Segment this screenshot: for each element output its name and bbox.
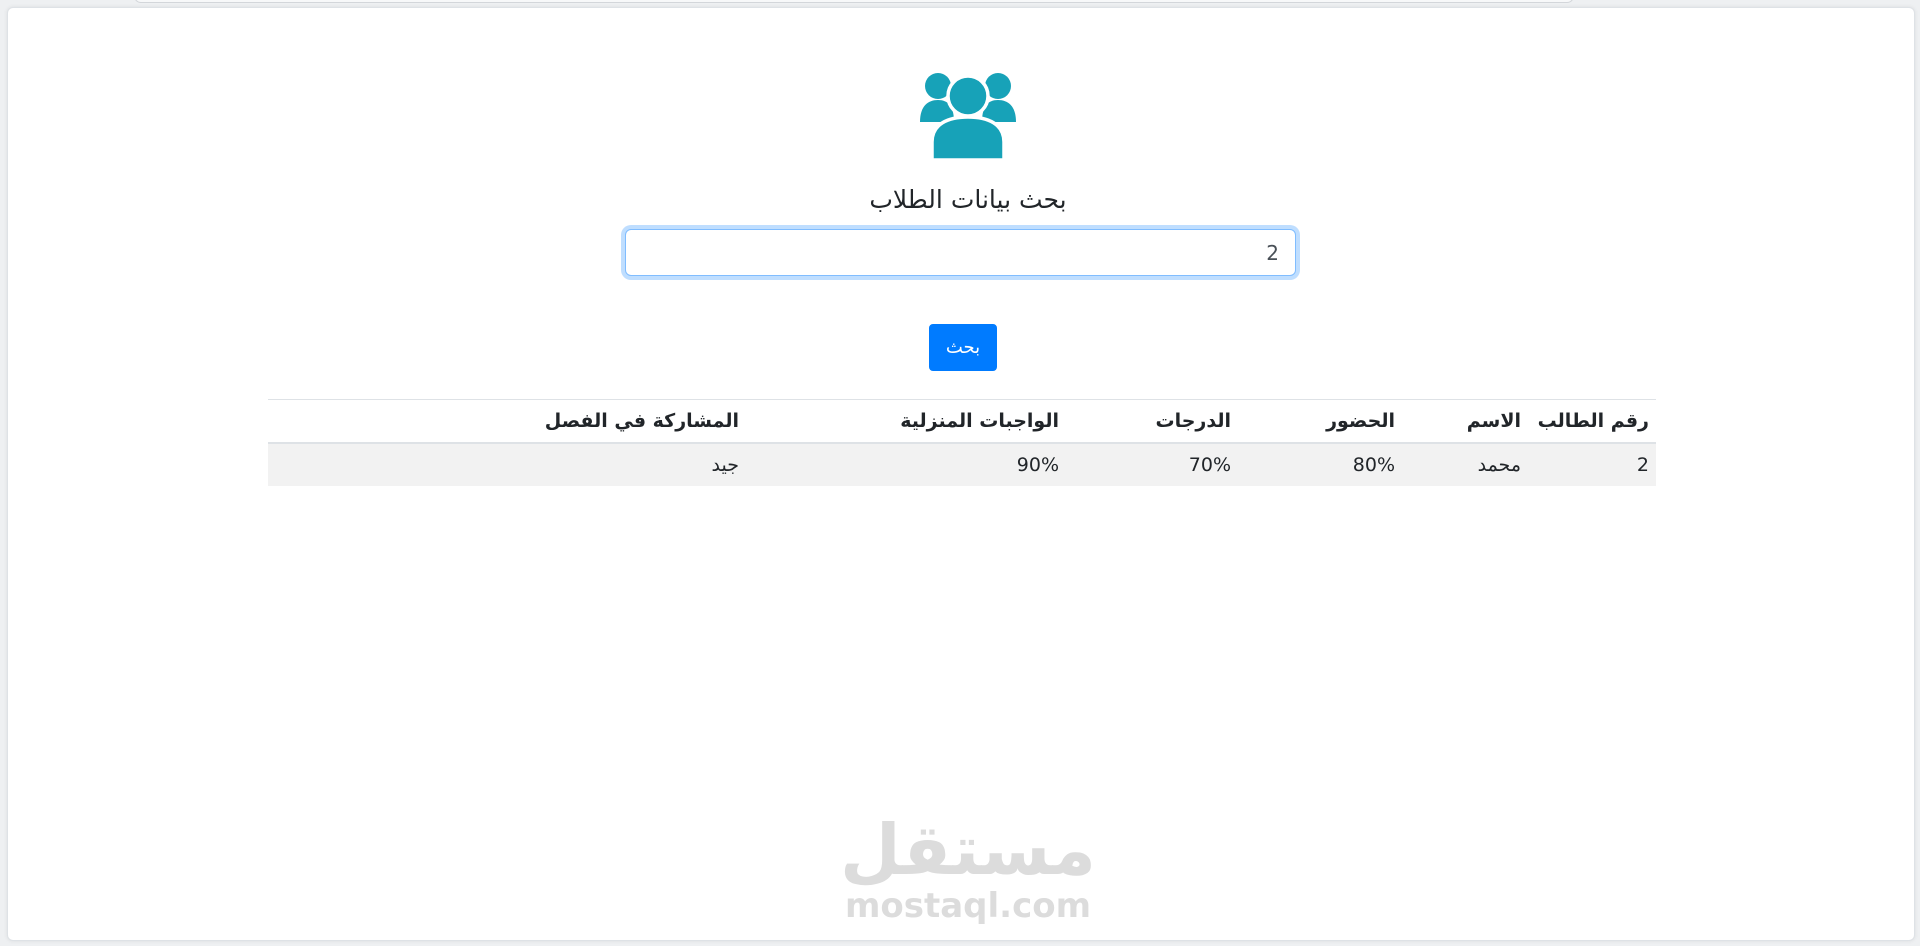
header-participation: المشاركة في الفصل xyxy=(268,399,746,444)
student-results-table: رقم الطالب الاسم الحضور الدرجات الواجبات… xyxy=(268,399,1656,486)
cell-participation: جيد xyxy=(268,443,746,486)
cell-attendance: 80% xyxy=(1238,443,1402,486)
header-homework: الواجبات المنزلية xyxy=(746,399,1066,444)
table-row: 2 محمد 80% 70% 90% جيد xyxy=(268,443,1656,486)
header-grades: الدرجات xyxy=(1066,399,1238,444)
header-attendance: الحضور xyxy=(1238,399,1402,444)
header-student-id: رقم الطالب xyxy=(1528,399,1656,444)
cell-homework: 90% xyxy=(746,443,1066,486)
page-title: بحث بيانات الطلاب xyxy=(869,185,1067,214)
header-name: الاسم xyxy=(1402,399,1528,444)
watermark-arabic-text: مستقل xyxy=(839,809,1096,891)
watermark-latin-text: mostaql.com xyxy=(844,886,1092,926)
cell-name: محمد xyxy=(1402,443,1528,486)
search-button[interactable]: بحث xyxy=(929,324,997,371)
student-search-input[interactable] xyxy=(625,229,1296,276)
cell-grades: 70% xyxy=(1066,443,1238,486)
browser-top-strip xyxy=(134,0,1574,3)
mostaql-watermark: مستقل mostaql.com xyxy=(828,813,1108,925)
cell-student-id: 2 xyxy=(1528,443,1656,486)
table-header-row: رقم الطالب الاسم الحضور الدرجات الواجبات… xyxy=(268,399,1656,444)
users-icon xyxy=(920,73,1016,162)
main-card: بحث بيانات الطلاب بحث رقم الطالب الاسم ا… xyxy=(7,7,1915,941)
